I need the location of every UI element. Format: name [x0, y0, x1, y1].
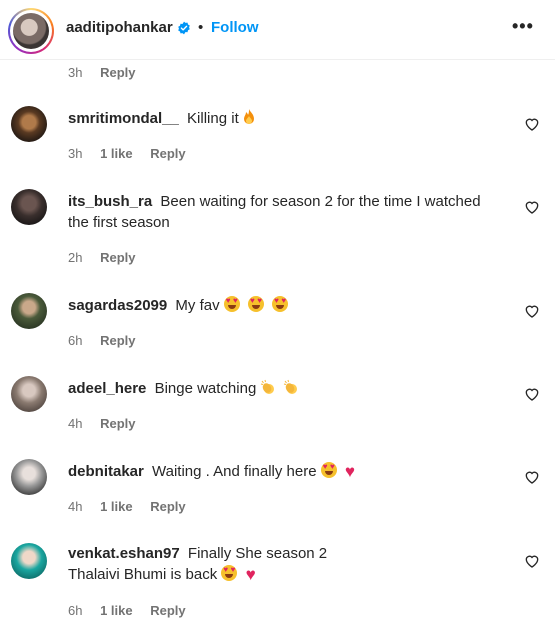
commenter-avatar[interactable]: [11, 293, 47, 329]
comment-meta: 6h Reply: [68, 333, 150, 348]
like-count[interactable]: 1 like: [100, 603, 133, 618]
comment-body: Binge watching: [154, 380, 257, 397]
commenter-avatar[interactable]: [11, 106, 47, 142]
comment-time: 2h: [68, 250, 83, 265]
smiling-face-heart-eyes-emoji-icon: [320, 462, 337, 478]
comment-meta-partial: 3h Reply: [68, 65, 150, 80]
author-avatar[interactable]: [8, 8, 54, 54]
commenter-username[interactable]: sagardas2099: [68, 297, 167, 314]
comment-body-line2: Thalaivi Bhumi is back: [68, 566, 218, 583]
commenter-avatar[interactable]: [11, 376, 47, 412]
author-username[interactable]: aaditipohankar: [66, 19, 173, 36]
comment-time: 4h: [68, 416, 83, 431]
comment-text-block: sagardas2099 My fav: [68, 295, 498, 316]
smiling-face-heart-eyes-emoji-icon: [221, 565, 238, 581]
comment-text-block: debnitakar Waiting . And finally here ♥: [68, 461, 498, 482]
red-heart-emoji-icon: ♥: [245, 565, 256, 584]
smiling-face-heart-eyes-emoji-icon: [223, 296, 240, 312]
clapping-hands-emoji-icon: [283, 379, 297, 394]
commenter-avatar[interactable]: [11, 543, 47, 579]
comment-text-block: its_bush_ra Been waiting for season 2 fo…: [68, 191, 498, 233]
verified-badge-icon: [178, 21, 190, 35]
commenter-username[interactable]: smritimondal__: [68, 110, 179, 127]
like-heart-icon[interactable]: [524, 199, 540, 215]
comment-body: Finally She season 2: [187, 545, 328, 562]
reply-button[interactable]: Reply: [150, 499, 185, 514]
like-count[interactable]: 1 like: [100, 499, 133, 514]
like-count[interactable]: 1 like: [100, 146, 133, 161]
like-heart-icon[interactable]: [524, 386, 540, 402]
comment-time: 3h: [68, 65, 83, 80]
clapping-hands-emoji-icon: [261, 379, 275, 394]
comment-meta: 6h 1 like Reply: [68, 603, 200, 618]
comment-meta: 4h 1 like Reply: [68, 499, 200, 514]
reply-button[interactable]: Reply: [150, 146, 185, 161]
commenter-username[interactable]: adeel_here: [68, 380, 146, 397]
comment-body: My fav: [175, 297, 220, 314]
comment-text-block: venkat.eshan97 Finally She season 2 Thal…: [68, 543, 498, 585]
comment-time: 6h: [68, 333, 83, 348]
comment-time: 4h: [68, 499, 83, 514]
commenter-username[interactable]: debnitakar: [68, 463, 144, 480]
like-heart-icon[interactable]: [524, 303, 540, 319]
header-separator: •: [198, 19, 204, 36]
like-heart-icon[interactable]: [524, 116, 540, 132]
reply-button[interactable]: Reply: [100, 65, 135, 80]
commenter-username[interactable]: its_bush_ra: [68, 193, 152, 210]
like-heart-icon[interactable]: [524, 553, 540, 569]
smiling-face-heart-eyes-emoji-icon: [272, 296, 289, 312]
commenter-avatar[interactable]: [11, 459, 47, 495]
comment-text-block: adeel_here Binge watching: [68, 378, 498, 399]
red-heart-emoji-icon: ♥: [344, 462, 355, 481]
reply-button[interactable]: Reply: [100, 416, 135, 431]
comment-text-block: smritimondal__ Killing it: [68, 108, 498, 129]
more-options-button[interactable]: •••: [512, 16, 534, 37]
like-heart-icon[interactable]: [524, 469, 540, 485]
fire-emoji-icon: [243, 109, 254, 124]
post-header: aaditipohankar • Follow •••: [0, 0, 555, 60]
comment-meta: 2h Reply: [68, 250, 150, 265]
reply-button[interactable]: Reply: [100, 333, 135, 348]
comment-body: Waiting . And finally here: [152, 463, 317, 480]
comment-body: Killing it: [187, 110, 239, 127]
comment-meta: 3h 1 like Reply: [68, 146, 200, 161]
comment-time: 6h: [68, 603, 83, 618]
reply-button[interactable]: Reply: [100, 250, 135, 265]
smiling-face-heart-eyes-emoji-icon: [247, 296, 264, 312]
commenter-avatar[interactable]: [11, 189, 47, 225]
follow-button[interactable]: Follow: [211, 19, 259, 36]
comment-meta: 4h Reply: [68, 416, 150, 431]
reply-button[interactable]: Reply: [150, 603, 185, 618]
commenter-username[interactable]: venkat.eshan97: [68, 545, 180, 562]
comment-time: 3h: [68, 146, 83, 161]
